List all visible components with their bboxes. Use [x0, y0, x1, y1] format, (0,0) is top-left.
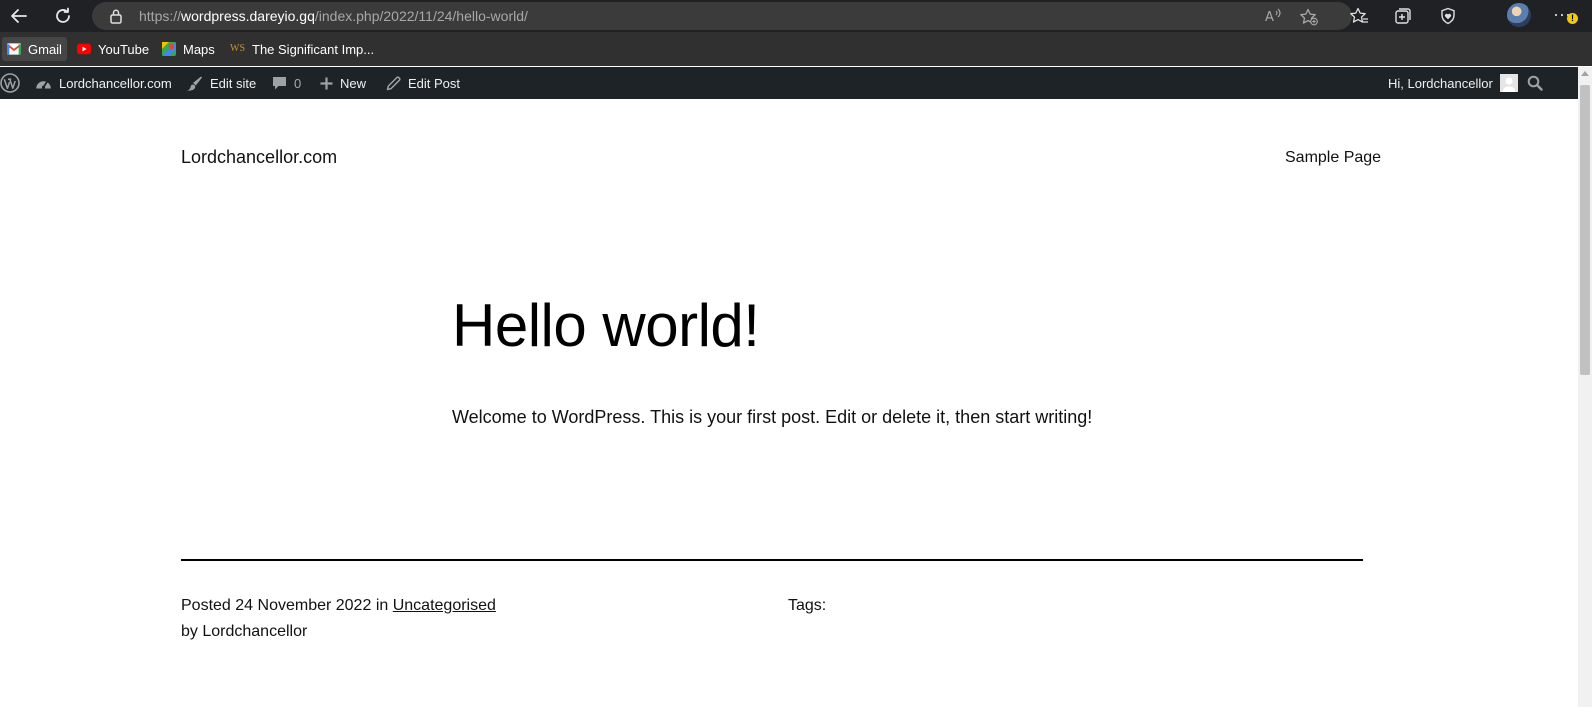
- plus-icon: [320, 77, 333, 89]
- wp-admin-bar: Lordchancellor.com Edit site 0 New Edit …: [0, 67, 1578, 99]
- new-label: New: [340, 75, 367, 91]
- shield-heart-icon: [1441, 7, 1455, 25]
- favorites-bar: Gmail YouTube Maps WS The Significant Im…: [0, 32, 1592, 66]
- pencil-icon: [386, 75, 401, 90]
- scroll-up-arrow-icon[interactable]: [1581, 71, 1589, 76]
- favorite-gmail[interactable]: Gmail: [2, 37, 67, 61]
- favorite-label: Maps: [183, 41, 215, 57]
- favorite-label: The Significant Imp...: [252, 41, 375, 57]
- ws-icon: WS: [230, 43, 245, 54]
- favorite-label: Gmail: [28, 41, 62, 57]
- url-path: /index.php/2022/11/24/hello-world/: [314, 8, 528, 24]
- search-icon: [1527, 75, 1543, 91]
- post-meta-author: by Lordchancellor: [181, 623, 308, 640]
- refresh-icon: [56, 7, 70, 23]
- edit-post-link[interactable]: Edit Post: [386, 67, 460, 99]
- favorites-star-icon: [1350, 7, 1368, 23]
- site-name-menu[interactable]: Lordchancellor.com: [35, 67, 172, 99]
- favorite-maps[interactable]: Maps: [157, 37, 220, 61]
- in-word: in: [375, 597, 389, 614]
- category-link[interactable]: Uncategorised: [393, 597, 496, 614]
- brush-icon: [187, 76, 202, 91]
- url-host: wordpress.dareyio.gq: [181, 8, 315, 24]
- url-scheme: https://: [139, 8, 182, 24]
- edit-site-link[interactable]: Edit site: [186, 67, 256, 99]
- page-scrollbar[interactable]: [1578, 67, 1592, 707]
- favorites-button[interactable]: [1347, 4, 1371, 28]
- favorite-label: YouTube: [98, 41, 150, 57]
- notification-badge: !: [1567, 13, 1578, 24]
- posted-prefix: Posted: [181, 597, 231, 614]
- user-avatar-icon: [1499, 74, 1518, 92]
- back-button[interactable]: [6, 3, 32, 29]
- comments-link[interactable]: 0: [272, 67, 301, 99]
- admin-search-button[interactable]: [1527, 67, 1543, 99]
- svg-text:A: A: [1265, 10, 1274, 24]
- site-name-label: Lordchancellor.com: [59, 75, 172, 91]
- lock-icon: [110, 9, 122, 24]
- favorite-youtube[interactable]: YouTube: [72, 37, 154, 61]
- url-text: https://wordpress.dareyio.gq/index.php/2…: [139, 8, 528, 24]
- post-body: Welcome to WordPress. This is your first…: [452, 407, 1093, 427]
- nav-sample-page[interactable]: Sample Page: [1285, 149, 1381, 167]
- post-separator: [181, 559, 1363, 561]
- youtube-icon: [77, 43, 91, 55]
- comments-count: 0: [294, 75, 302, 91]
- new-content-menu[interactable]: New: [320, 67, 366, 99]
- post-meta-posted: Posted 24 November 2022 in Uncategorised: [181, 597, 496, 615]
- browser-essentials-button[interactable]: [1436, 4, 1460, 28]
- maps-icon: [162, 42, 176, 56]
- collections-icon: [1395, 8, 1411, 24]
- post-date: 24 November 2022: [235, 597, 372, 614]
- add-favorite-icon[interactable]: [1299, 8, 1319, 26]
- scroll-thumb[interactable]: [1580, 85, 1590, 375]
- browser-toolbar: https://wordpress.dareyio.gq/index.php/2…: [0, 0, 1592, 32]
- site-title-link[interactable]: Lordchancellor.com: [181, 147, 337, 168]
- my-account-menu[interactable]: Hi, Lordchancellor: [1388, 67, 1518, 99]
- post-tags-label: Tags:: [788, 597, 827, 614]
- refresh-button[interactable]: [50, 3, 76, 29]
- edit-post-label: Edit Post: [408, 75, 461, 91]
- read-aloud-icon[interactable]: A: [1265, 8, 1283, 24]
- dashboard-gauge-icon: [36, 80, 51, 89]
- address-bar[interactable]: https://wordpress.dareyio.gq/index.php/2…: [92, 2, 1352, 30]
- back-arrow-icon: [11, 9, 27, 23]
- greeting-label: Hi, Lordchancellor: [1388, 75, 1493, 91]
- favorite-significant-imp[interactable]: WS The Significant Imp...: [225, 37, 379, 61]
- edit-site-label: Edit site: [210, 75, 257, 91]
- comment-bubble-icon: [273, 76, 286, 89]
- profile-avatar[interactable]: [1507, 3, 1531, 27]
- wordpress-logo-icon: [0, 73, 20, 93]
- gmail-icon: [7, 43, 21, 55]
- wp-logo-menu[interactable]: [0, 67, 20, 99]
- settings-more-button[interactable]: ··· !: [1553, 5, 1583, 27]
- post-title: Hello world!: [452, 292, 760, 359]
- collections-button[interactable]: [1391, 4, 1415, 28]
